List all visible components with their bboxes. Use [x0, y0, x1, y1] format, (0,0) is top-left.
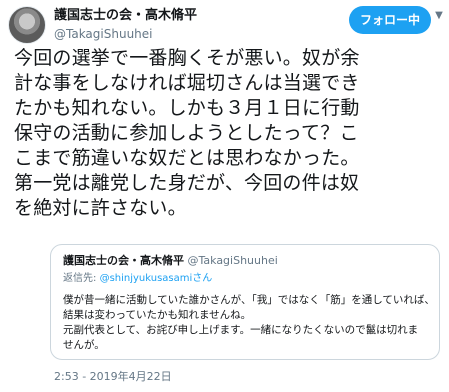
following-button[interactable]: フォロー中: [349, 6, 431, 34]
tweet-text-line: こまで筋違いな奴だとは思わなかった。: [14, 147, 360, 169]
reply-to-mention[interactable]: @shinjyukusasamiさん: [100, 273, 213, 284]
quoted-text-line: せんが。: [63, 339, 105, 351]
quoted-author-name: 護国志士の会・高木脩平: [63, 254, 184, 267]
avatar[interactable]: [8, 6, 46, 44]
tweet-text-line: 計な事をしなければ堀切さんは当選でき: [14, 72, 360, 94]
quoted-author-handle: @TakagiShuuhei: [187, 254, 278, 267]
quoted-text-line: 元副代表として、お詫び申し上げます。一緒になりたくないので鬣は切れま: [63, 324, 419, 336]
tweet-text-line: 保守の活動に参加しようとしたって？こ: [14, 122, 359, 144]
tweet-header: 護国志士の会・高木脩平 @TakagiShuuhei フォロー中 ▼: [0, 0, 449, 48]
author-handle[interactable]: @TakagiShuuhei: [54, 26, 197, 42]
tweet-text-line: を絶対に許さない。: [14, 197, 187, 219]
quoted-tweet[interactable]: 護国志士の会・高木脩平 @TakagiShuuhei 返信先: @shinjyu…: [50, 244, 440, 360]
reply-to-line: 返信先: @shinjyukusasamiさん: [63, 271, 427, 287]
tweet-text-line: たかも知れない。しかも３月１日に行動: [14, 97, 360, 119]
quoted-text-line: 僕が昔一緒に活動していた誰かさんが、「我」ではなく「筋」を通していれば、: [63, 294, 435, 306]
quoted-text-line: 結果は変わっていたかも知れませんね。: [63, 309, 252, 321]
tweet-text-line: 第一党は離党した身だが、今回の件は奴: [14, 172, 360, 194]
author-block[interactable]: 護国志士の会・高木脩平 @TakagiShuuhei: [54, 7, 197, 42]
author-display-name[interactable]: 護国志士の会・高木脩平: [54, 7, 197, 24]
reply-to-prefix: 返信先:: [63, 273, 100, 284]
tweet-text-line: 今回の選挙で一番胸くそが悪い。奴が余: [14, 47, 360, 69]
chevron-down-icon[interactable]: ▼: [431, 8, 447, 24]
quoted-tweet-text: 僕が昔一緒に活動していた誰かさんが、「我」ではなく「筋」を通していれば、 結果は…: [63, 293, 435, 353]
quoted-tweet-header: 護国志士の会・高木脩平 @TakagiShuuhei: [63, 253, 427, 269]
tweet-text: 今回の選挙で一番胸くそが悪い。奴が余 計な事をしなければ堀切さんは当選でき たか…: [14, 46, 444, 221]
tweet-timestamp[interactable]: 2:53 - 2019年4月22日: [54, 370, 172, 384]
